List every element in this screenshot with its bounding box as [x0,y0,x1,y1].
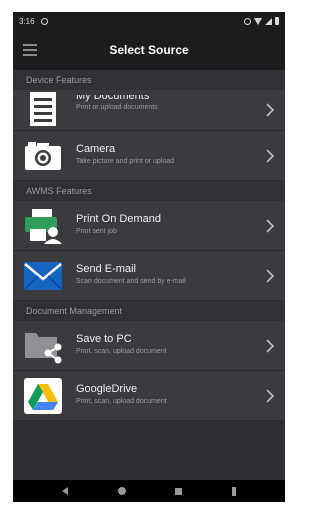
notification-icon [40,17,48,25]
google-drive-icon [24,378,62,414]
hamburger-menu-icon[interactable] [23,44,37,56]
section-header-document-management: Document Management [13,301,285,321]
item-title: GoogleDrive [76,383,138,395]
email-icon [24,262,62,290]
print-on-demand-icon [25,209,62,244]
item-title: Send E-mail [76,263,136,275]
accessibility-icon[interactable] [232,486,237,496]
app-bar: Select Source [13,30,285,70]
list-item-googledrive[interactable]: GoogleDrive Print, scan, upload document [13,371,285,421]
item-title: My Documents [76,95,150,102]
item-title: Camera [76,143,116,155]
chevron-right-icon [266,339,275,353]
list-item-send-email[interactable]: Send E-mail Scan document and send by e-… [13,251,285,301]
item-subtitle: Print, scan, upload document [76,398,167,405]
section-header-awms-features: AWMS Features [13,181,285,201]
chevron-right-icon [266,269,275,283]
chevron-right-icon [266,389,275,403]
item-subtitle: Print or upload documents [76,104,158,111]
cell-signal-icon [265,17,272,25]
recent-apps-icon[interactable] [175,487,183,495]
section-header-device-features: Device Features [13,70,285,90]
item-title: Save to PC [76,333,132,345]
chevron-right-icon [266,149,275,163]
item-subtitle: Scan document and send by e-mail [76,278,186,285]
wifi-icon [254,17,262,25]
source-list[interactable]: Device Features My Documents Print or up… [13,70,285,480]
list-item-print-on-demand[interactable]: Print On Demand Print sent job [13,201,285,251]
list-item-my-documents[interactable]: My Documents Print or upload documents [13,90,285,131]
item-subtitle: Print sent job [76,228,117,235]
sync-icon [244,17,251,25]
list-item-camera[interactable]: Camera Take picture and print or upload [13,131,285,181]
chevron-right-icon [266,219,275,233]
battery-icon [275,17,279,25]
back-icon[interactable] [61,487,68,495]
folder-share-icon [25,333,62,364]
camera-icon [25,142,61,170]
phone-screen: 3:16 Select Source Device Features My Do… [13,12,285,502]
page-title: Select Source [109,43,189,57]
document-icon [30,92,56,126]
chevron-right-icon [266,103,275,117]
status-time: 3:16 [19,16,35,26]
navigation-bar [13,480,285,502]
item-subtitle: Take picture and print or upload [76,158,175,165]
item-subtitle: Print, scan, upload document [76,348,167,355]
home-icon[interactable] [117,487,126,495]
list-item-save-to-pc[interactable]: Save to PC Print, scan, upload document [13,321,285,371]
item-title: Print On Demand [76,213,161,225]
status-bar: 3:16 [13,12,285,30]
